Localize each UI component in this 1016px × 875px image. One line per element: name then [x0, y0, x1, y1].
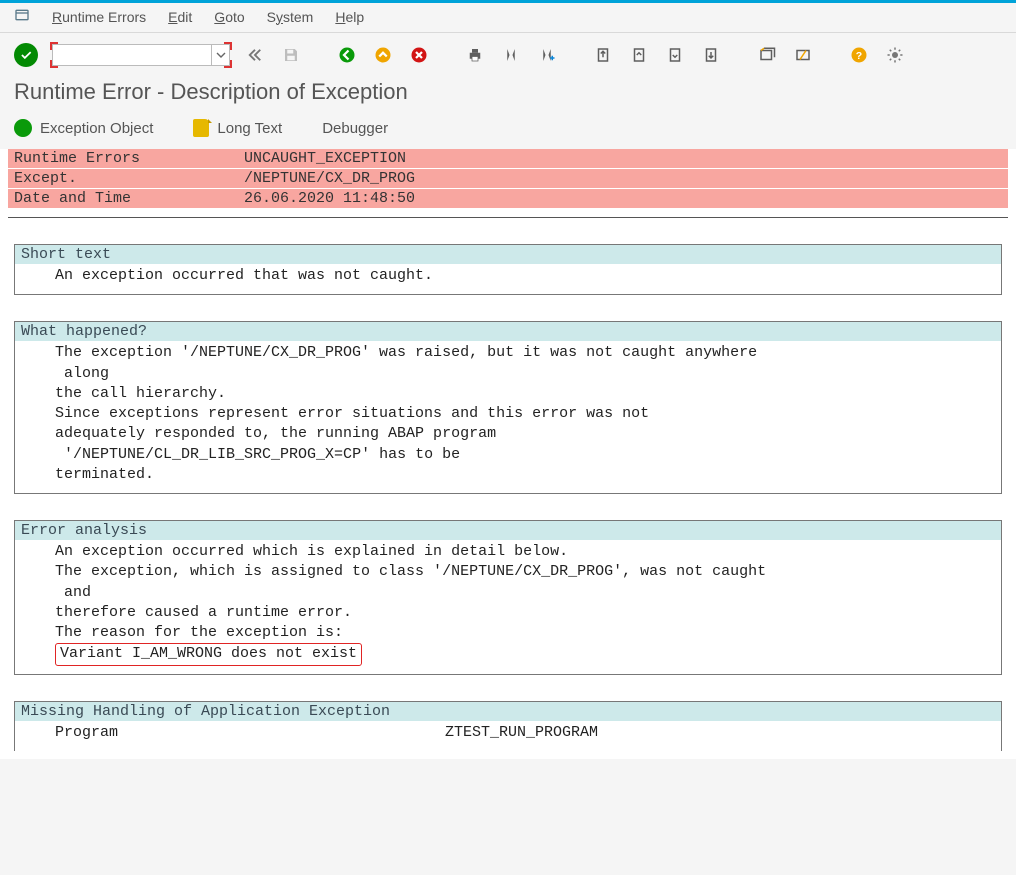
header-label: Date and Time: [8, 189, 238, 209]
transaction-code-input[interactable]: [52, 44, 212, 66]
focus-corner-icon: [224, 60, 232, 68]
header-label: Except.: [8, 169, 238, 189]
help-icon[interactable]: ?: [848, 44, 870, 66]
sap-menu-icon[interactable]: [14, 7, 30, 26]
section-body: The exception '/NEPTUNE/CX_DR_PROG' was …: [15, 341, 1001, 493]
svg-text:?: ?: [856, 50, 862, 62]
debugger-button[interactable]: Debugger: [322, 120, 388, 137]
next-page-icon[interactable]: [664, 44, 686, 66]
missing-handling-section: Missing Handling of Application Exceptio…: [14, 701, 1002, 751]
exception-object-label: Exception Object: [40, 120, 153, 137]
nav-back-icon[interactable]: [336, 44, 358, 66]
print-icon[interactable]: [464, 44, 486, 66]
menu-runtime-errors[interactable]: Runtime Errors: [52, 9, 146, 25]
header-value: UNCAUGHT_EXCEPTION: [238, 149, 1008, 169]
long-text-label: Long Text: [217, 120, 282, 137]
prev-page-icon[interactable]: [628, 44, 650, 66]
first-page-icon[interactable]: [592, 44, 614, 66]
menu-help[interactable]: Help: [335, 9, 364, 25]
section-title: Missing Handling of Application Exceptio…: [15, 702, 1001, 721]
header-label: Runtime Errors: [8, 149, 238, 169]
page-title: Runtime Error - Description of Exception: [0, 75, 1016, 119]
save-icon[interactable]: [280, 44, 302, 66]
section-title: What happened?: [15, 322, 1001, 341]
focus-corner-icon: [224, 42, 232, 50]
error-reason-highlight: Variant I_AM_WRONG does not exist: [55, 643, 362, 665]
nav-exit-icon[interactable]: [372, 44, 394, 66]
menubar: Runtime Errors Edit Goto System Help: [0, 3, 1016, 33]
table-row: Date and Time 26.06.2020 11:48:50: [8, 189, 1008, 209]
document-yellow-icon: [193, 119, 209, 137]
nav-cancel-icon[interactable]: [408, 44, 430, 66]
find-next-icon[interactable]: [536, 44, 558, 66]
section-body: An exception occurred which is explained…: [15, 540, 1001, 674]
sub-toolbar: Exception Object Long Text Debugger: [0, 119, 1016, 149]
last-page-icon[interactable]: [700, 44, 722, 66]
section-title: Short text: [15, 245, 1001, 264]
focus-corner-icon: [50, 60, 58, 68]
menu-goto[interactable]: Goto: [214, 9, 244, 25]
program-value: ZTEST_RUN_PROGRAM: [445, 723, 598, 743]
content-area: Runtime Errors UNCAUGHT_EXCEPTION Except…: [0, 149, 1016, 759]
green-circle-icon: [14, 119, 32, 137]
focus-corner-icon: [50, 42, 58, 50]
menu-system[interactable]: System: [267, 9, 314, 25]
section-body: An exception occurred that was not caugh…: [15, 264, 1001, 294]
table-row: Except. /NEPTUNE/CX_DR_PROG: [8, 169, 1008, 189]
debugger-label: Debugger: [322, 120, 388, 137]
back-double-icon[interactable]: [244, 44, 266, 66]
error-analysis-section: Error analysis An exception occurred whi…: [14, 520, 1002, 675]
error-header-table: Runtime Errors UNCAUGHT_EXCEPTION Except…: [8, 149, 1008, 209]
ok-button[interactable]: [14, 43, 38, 67]
section-body: ProgramZTEST_RUN_PROGRAM: [15, 721, 1001, 751]
what-happened-section: What happened? The exception '/NEPTUNE/C…: [14, 321, 1002, 494]
section-title: Error analysis: [15, 521, 1001, 540]
short-text-section: Short text An exception occurred that wa…: [14, 244, 1002, 295]
transaction-code-field-wrap: [52, 44, 230, 66]
exception-object-button[interactable]: Exception Object: [14, 119, 153, 137]
new-session-icon[interactable]: [756, 44, 778, 66]
table-row: Runtime Errors UNCAUGHT_EXCEPTION: [8, 149, 1008, 169]
settings-icon[interactable]: [884, 44, 906, 66]
program-label: Program: [55, 723, 445, 743]
create-shortcut-icon[interactable]: [792, 44, 814, 66]
menu-edit[interactable]: Edit: [168, 9, 192, 25]
long-text-button[interactable]: Long Text: [193, 119, 282, 137]
header-value: /NEPTUNE/CX_DR_PROG: [238, 169, 1008, 189]
find-icon[interactable]: [500, 44, 522, 66]
toolbar: ?: [0, 33, 1016, 75]
header-value: 26.06.2020 11:48:50: [238, 189, 1008, 209]
